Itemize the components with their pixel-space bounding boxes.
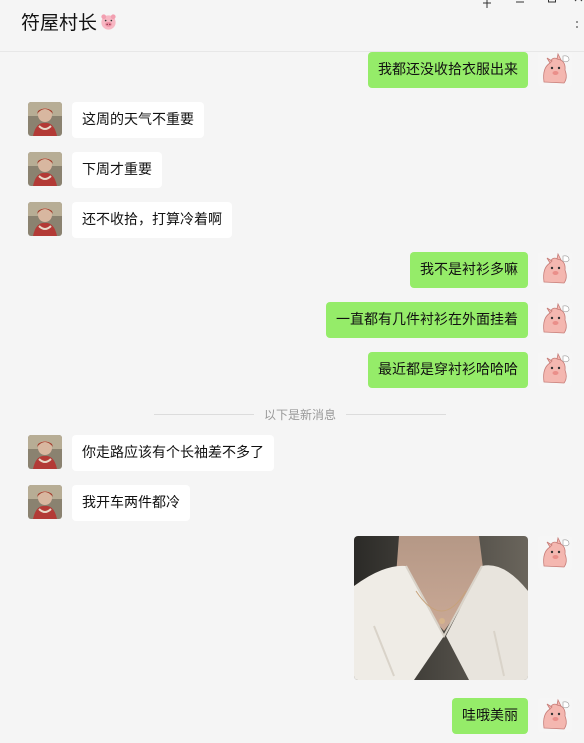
my-avatar[interactable] (538, 252, 572, 286)
chat-title-text: 符屋村长 (21, 12, 98, 34)
new-messages-divider: 以下是新消息 (154, 406, 447, 422)
message-bubble-incoming[interactable]: 你走路应该有个长袖差不多了 (72, 435, 274, 471)
contact-avatar[interactable] (28, 102, 62, 136)
divider-line (154, 413, 254, 415)
divider-line (346, 413, 447, 415)
message-bubble-incoming[interactable]: 我开车两件都冷 (72, 485, 190, 521)
maximize-icon[interactable] (545, 0, 559, 10)
contact-avatar[interactable] (28, 485, 62, 519)
message-bubble-outgoing[interactable]: 哇哦美丽 (452, 698, 528, 734)
my-avatar[interactable] (538, 536, 572, 570)
my-avatar[interactable] (538, 698, 572, 732)
divider-text: 以下是新消息 (264, 407, 337, 422)
message-bubble-incoming[interactable]: 下周才重要 (72, 152, 162, 188)
my-avatar[interactable] (538, 52, 572, 86)
my-avatar[interactable] (538, 352, 572, 386)
contact-avatar[interactable] (28, 202, 62, 236)
more-options-icon[interactable] (575, 18, 579, 38)
contact-avatar[interactable] (28, 435, 62, 469)
chat-title[interactable]: 符屋村长 (21, 8, 118, 35)
message-bubble-incoming[interactable]: 这周的天气不重要 (72, 102, 204, 138)
minimize-icon[interactable] (513, 0, 527, 10)
image-message[interactable] (354, 536, 528, 680)
chat-header: 符屋村长 (0, 0, 584, 52)
message-bubble-outgoing[interactable]: 我都还没收拾衣服出来 (368, 52, 528, 88)
message-bubble-outgoing[interactable]: 一直都有几件衬衫在外面挂着 (326, 302, 528, 338)
close-icon[interactable] (572, 0, 584, 10)
contact-avatar[interactable] (28, 152, 62, 186)
message-bubble-outgoing[interactable]: 最近都是穿衬衫哈哈哈 (368, 352, 528, 388)
pig-emoji-icon (101, 14, 116, 30)
my-avatar[interactable] (538, 302, 572, 336)
message-bubble-outgoing[interactable]: 我不是衬衫多嘛 (410, 252, 528, 288)
pin-icon[interactable] (480, 0, 494, 10)
message-bubble-incoming[interactable]: 还不收拾，打算冷着啊 (72, 202, 232, 238)
